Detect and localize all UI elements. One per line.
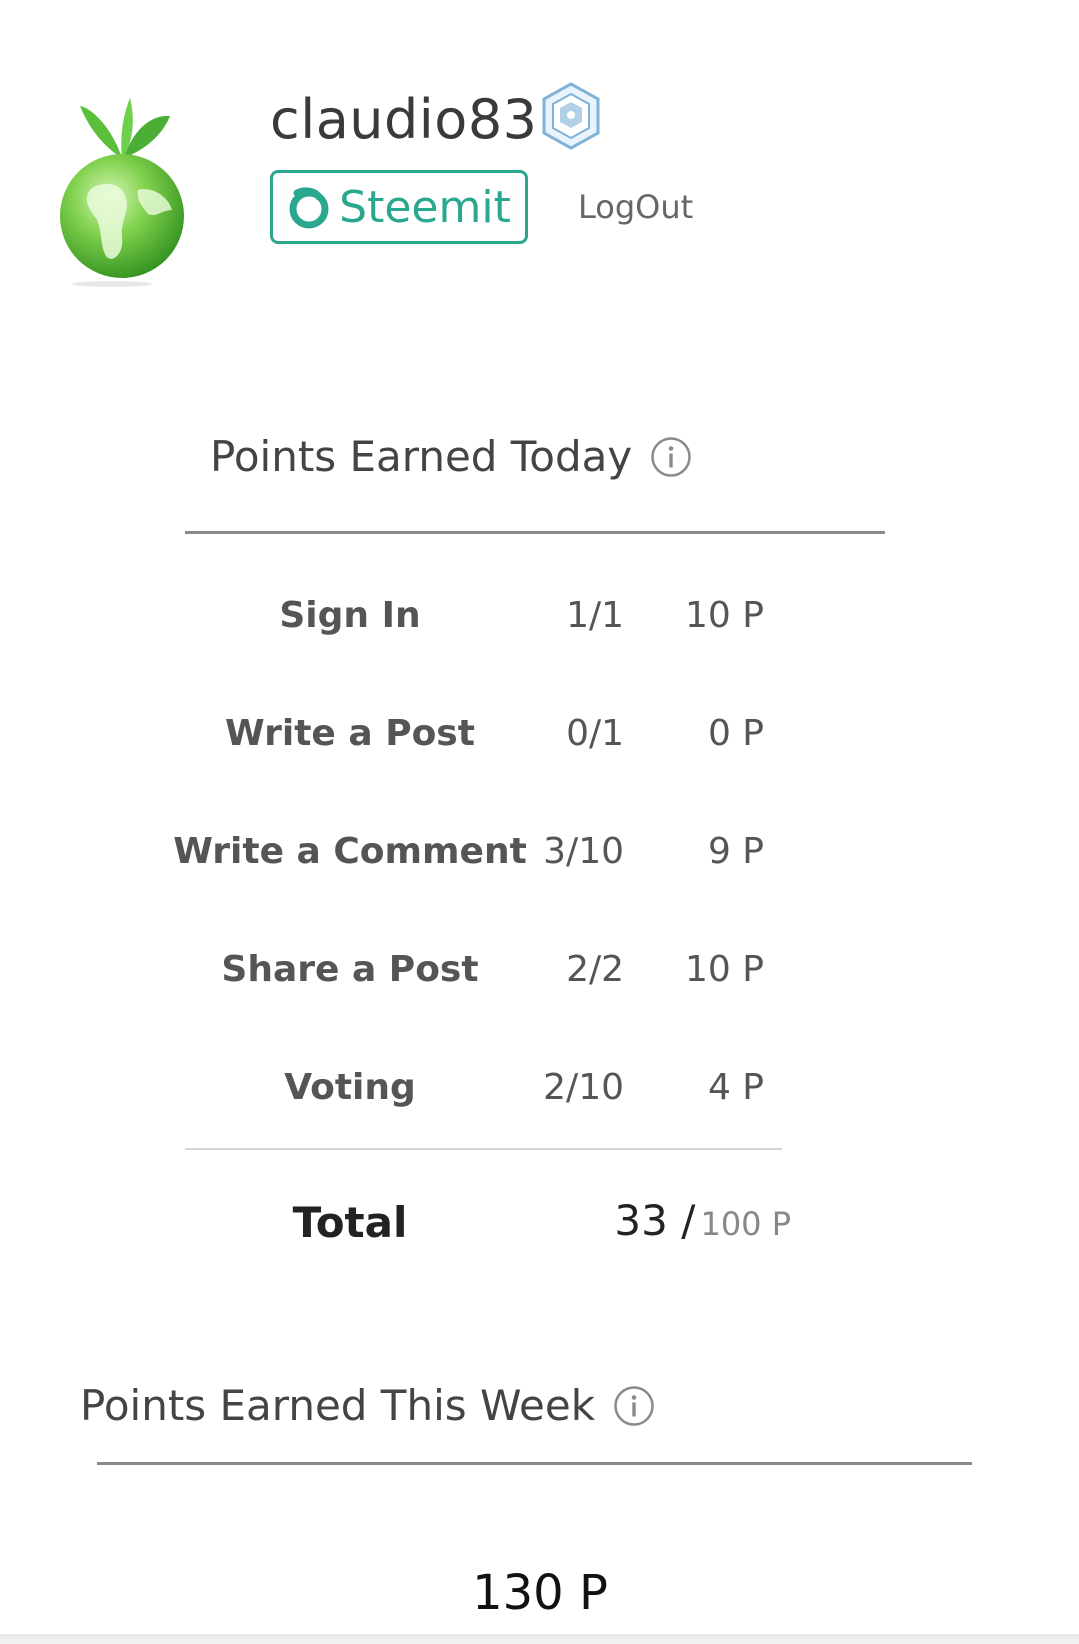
total-max: 100 P — [700, 1205, 791, 1243]
total-earned: 33 / — [614, 1196, 696, 1245]
table-row: Write a Post 0/1 0 P — [0, 713, 1079, 773]
logout-link[interactable]: LogOut — [578, 188, 693, 226]
task-count: 2/10 — [543, 1067, 624, 1108]
hexagon-badge-icon — [540, 82, 602, 150]
table-row: Voting 2/10 4 P — [0, 1067, 1079, 1127]
task-count: 1/1 — [566, 595, 624, 636]
username: claudio83 — [270, 88, 538, 151]
bottom-edge — [0, 1634, 1079, 1644]
task-count: 0/1 — [566, 713, 624, 754]
task-name: Sign In — [279, 595, 421, 636]
task-name: Voting — [284, 1067, 416, 1108]
week-title-text: Points Earned This Week — [80, 1381, 596, 1430]
task-count: 2/2 — [566, 949, 624, 990]
week-divider — [97, 1462, 972, 1465]
earth-plant-icon — [60, 98, 184, 287]
total-divider — [185, 1148, 782, 1150]
task-count: 3/10 — [543, 831, 624, 872]
info-icon[interactable] — [650, 436, 692, 478]
task-points: 9 P — [707, 831, 764, 872]
task-points: 10 P — [685, 595, 764, 636]
task-points: 0 P — [707, 713, 764, 754]
steemit-button[interactable]: Steemit — [270, 170, 528, 244]
steemit-label: Steemit — [339, 181, 511, 233]
today-divider — [185, 531, 885, 534]
task-name: Write a Post — [225, 713, 475, 754]
info-icon[interactable] — [613, 1385, 655, 1427]
today-section-title: Points Earned Today — [210, 432, 692, 481]
table-row: Share a Post 2/2 10 P — [0, 949, 1079, 1009]
avatar[interactable] — [52, 88, 192, 288]
task-name: Write a Comment — [173, 831, 527, 872]
table-row: Write a Comment 3/10 9 P — [0, 831, 1079, 891]
steemit-logo-icon — [289, 187, 329, 229]
total-value: 33 / 100 P — [614, 1196, 791, 1245]
task-name: Share a Post — [221, 949, 479, 990]
task-points: 10 P — [685, 949, 764, 990]
task-points: 4 P — [707, 1067, 764, 1108]
total-label: Total — [292, 1198, 408, 1247]
today-title-text: Points Earned Today — [210, 432, 633, 481]
week-points-value: 130 P — [472, 1565, 608, 1621]
table-row: Sign In 1/1 10 P — [0, 595, 1079, 655]
week-section-title: Points Earned This Week — [80, 1381, 655, 1430]
